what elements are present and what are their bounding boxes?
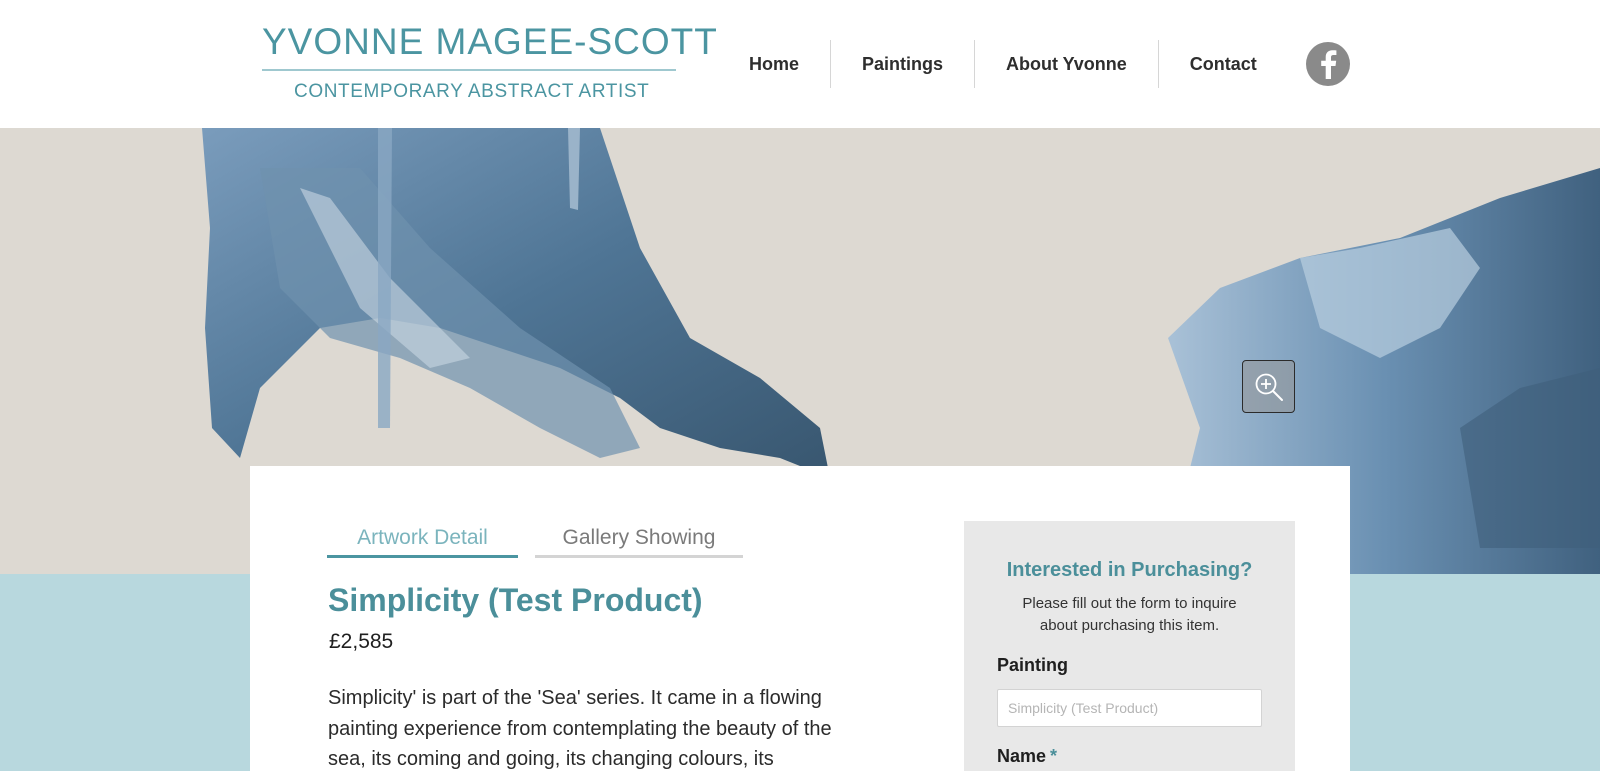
facebook-icon[interactable]	[1306, 42, 1350, 86]
product-description: Simplicity' is part of the 'Sea' series.…	[328, 687, 832, 770]
painting-field-label: Painting	[997, 655, 1068, 675]
zoom-in-icon	[1255, 373, 1283, 401]
nav-item-paintings[interactable]: Paintings	[830, 40, 974, 88]
tab-gallery-showing[interactable]: Gallery Showing	[535, 526, 743, 558]
tab-artwork-detail[interactable]: Artwork Detail	[327, 526, 518, 558]
required-marker: *	[1050, 746, 1058, 766]
nav-item-about[interactable]: About Yvonne	[974, 40, 1158, 88]
site-header: YVONNE MAGEE-SCOTT CONTEMPORARY ABSTRACT…	[0, 0, 1600, 128]
product-price: £2,585	[329, 630, 394, 653]
main-nav: Home Paintings About Yvonne Contact	[717, 40, 1288, 88]
inquiry-title: Interested in Purchasing?	[1006, 559, 1253, 581]
logo-subtitle: CONTEMPORARY ABSTRACT ARTIST	[294, 81, 650, 102]
name-field-label: Name *	[997, 746, 1057, 767]
product-detail-card: Artwork Detail Gallery Showing Simplicit…	[250, 466, 1350, 771]
detail-tabs: Artwork Detail Gallery Showing	[327, 526, 743, 558]
nav-item-home[interactable]: Home	[717, 40, 830, 88]
logo-title: YVONNE MAGEE-SCOTT	[262, 21, 718, 62]
inquiry-text: Please fill out the form to inquire abou…	[1022, 595, 1237, 634]
name-label-text: Name	[997, 746, 1047, 766]
zoom-button[interactable]	[1242, 360, 1295, 413]
nav-item-contact[interactable]: Contact	[1157, 40, 1288, 88]
purchase-inquiry-form: Interested in Purchasing? Please fill ou…	[964, 521, 1295, 771]
logo-divider	[262, 69, 676, 71]
painting-field[interactable]	[997, 689, 1262, 727]
product-title: Simplicity (Test Product)	[328, 582, 703, 618]
site-logo[interactable]: YVONNE MAGEE-SCOTT CONTEMPORARY ABSTRACT…	[262, 20, 718, 103]
